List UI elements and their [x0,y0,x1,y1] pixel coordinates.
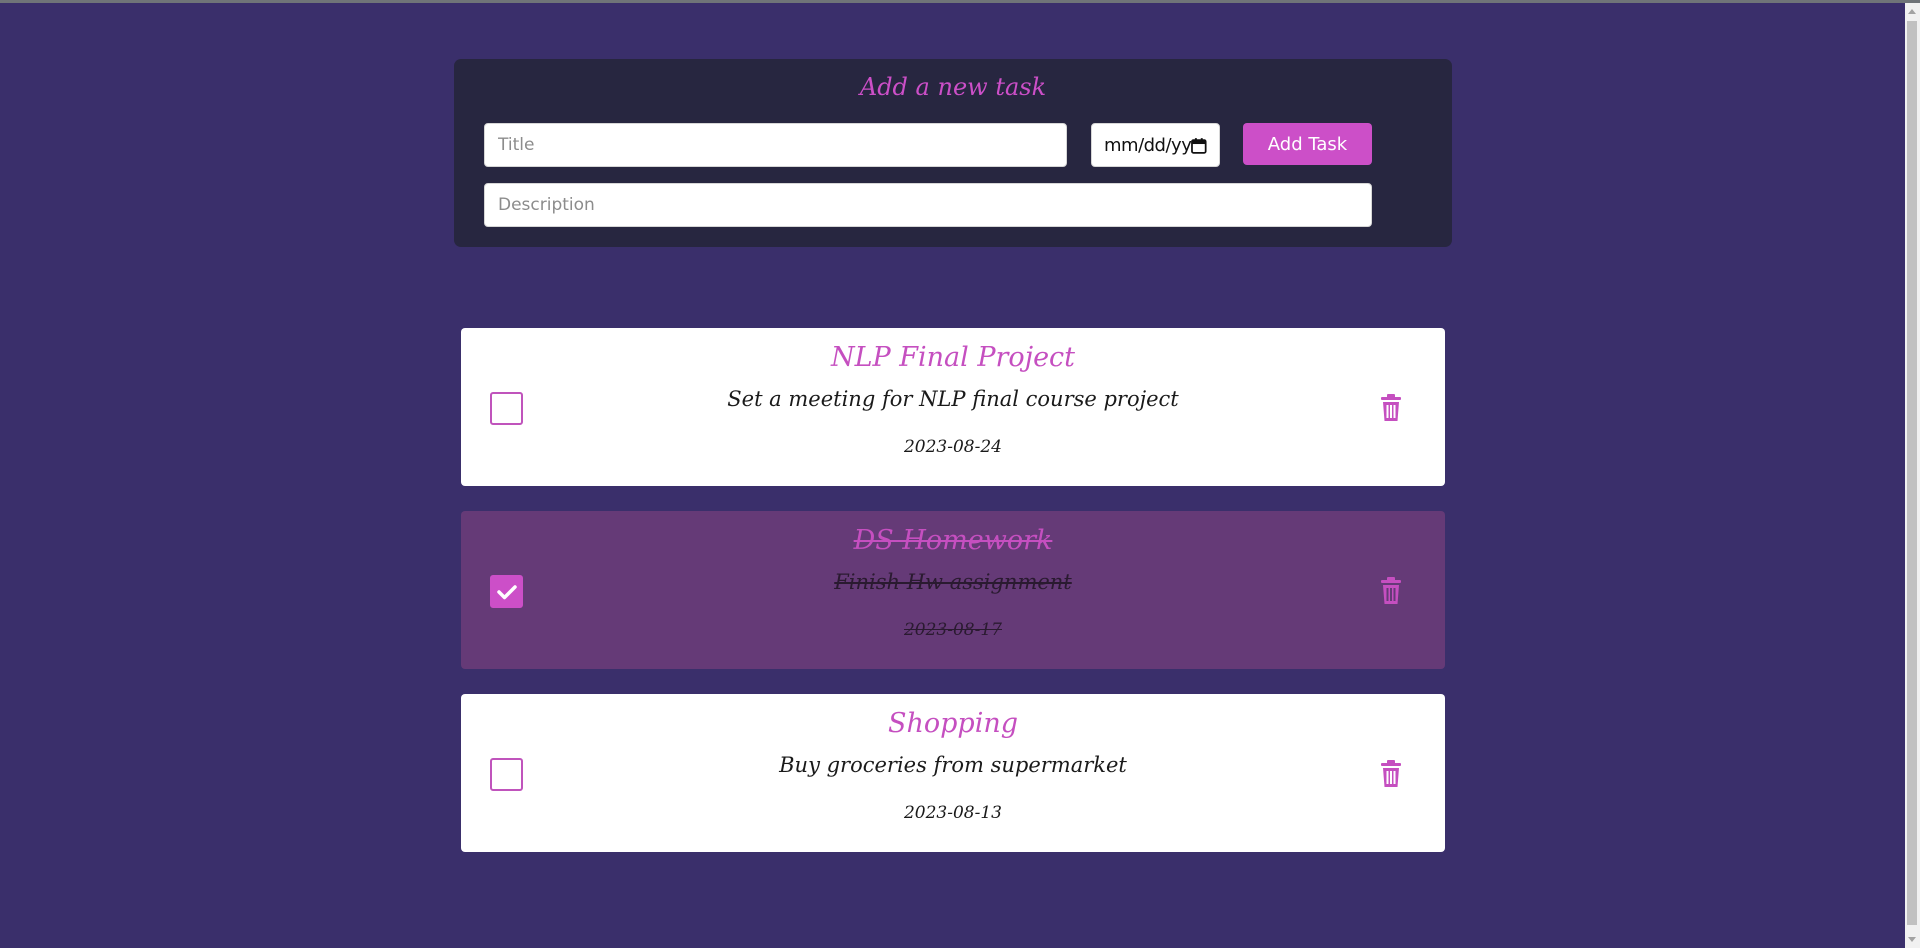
trash-icon[interactable] [1380,760,1402,788]
task-date: 2023-08-24 [903,437,1002,457]
task-title: DS Homework [853,525,1053,556]
add-task-button[interactable]: Add Task [1243,123,1372,165]
add-task-panel: Add a new task mm/dd/yy Add Task [454,59,1452,247]
window-top-border [0,0,1920,3]
task-title: Shopping [887,708,1019,739]
task-description: Finish Hw assignment [834,570,1072,594]
task-card: NLP Final Project Set a meeting for NLP … [461,328,1445,486]
task-date: 2023-08-13 [903,803,1002,823]
date-input[interactable]: mm/dd/yy [1091,123,1220,167]
calendar-icon[interactable] [1191,137,1207,154]
task-card: Shopping Buy groceries from supermarket … [461,694,1445,852]
trash-icon[interactable] [1380,394,1402,422]
scroll-down-arrow-icon[interactable] [1908,937,1916,942]
task-title: NLP Final Project [830,342,1076,373]
task-date: 2023-08-17 [903,620,1002,640]
date-placeholder: mm/dd/yy [1104,134,1192,156]
scroll-up-arrow-icon[interactable] [1908,9,1916,14]
vertical-scrollbar[interactable] [1905,3,1920,948]
task-card-completed: DS Homework Finish Hw assignment 2023-08… [461,511,1445,669]
title-input[interactable] [484,123,1067,167]
trash-icon[interactable] [1380,577,1402,605]
task-description: Buy groceries from supermarket [779,753,1127,777]
scrollbar-thumb[interactable] [1907,21,1917,925]
task-description: Set a meeting for NLP final course proje… [727,387,1179,411]
description-input[interactable] [484,183,1372,227]
add-task-heading: Add a new task [859,73,1047,101]
